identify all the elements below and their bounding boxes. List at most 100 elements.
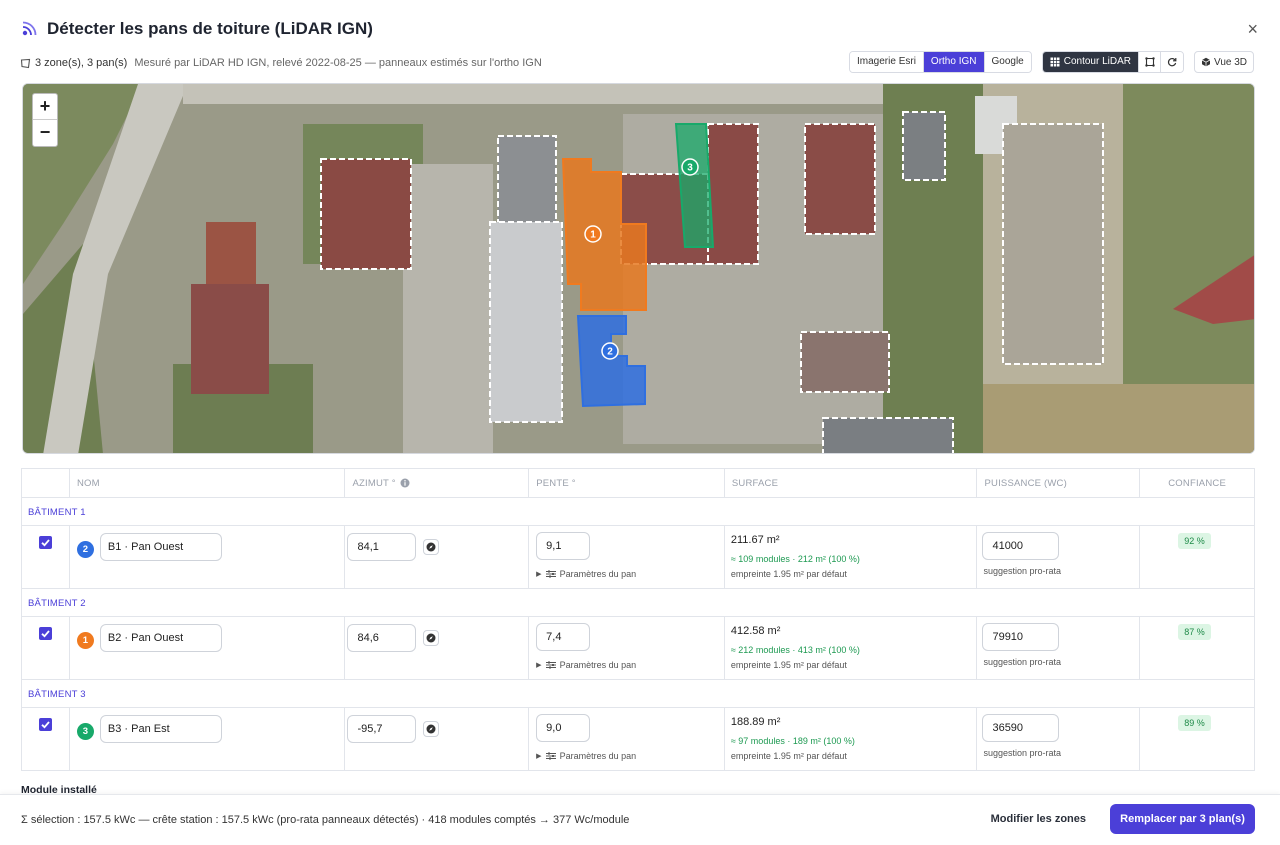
zoom-out-button[interactable]: − [33,120,57,146]
zones-count: 3 zone(s), 3 pan(s) [35,57,128,69]
check-icon [41,721,50,729]
contour-lidar-button[interactable]: Contour LiDAR [1042,52,1140,72]
surface-cell: 412.58 m² ≈ 212 modules · 413 m² (100 %)… [725,617,978,679]
check-icon [41,630,50,638]
compass-button[interactable] [423,630,440,646]
group-building-3: Bâtiment 3 [22,680,1254,708]
zone-1-marker-label: 1 [590,230,596,241]
modules-estimate: ≈ 97 modules · 189 m² (100 %) [730,736,855,746]
confidence-cell: 92 % [1140,526,1254,588]
plane-params-toggle[interactable]: ▶ Paramètres du pan [536,751,636,761]
azimut-input[interactable]: 84,1 [347,533,417,561]
replace-plans-button[interactable]: Remplacer par 3 plan(s) [1110,804,1255,834]
refresh-button[interactable] [1161,52,1184,72]
check-icon [41,539,50,547]
close-icon[interactable]: × [1247,20,1258,38]
col-name: Nom [70,469,346,497]
contour-tools: Contour LiDAR [1041,51,1185,73]
polygon-icon [20,58,31,68]
table-header: Nom Azimut ° Pente ° Surface Puissance (… [22,469,1254,498]
compass-icon [426,633,436,643]
name-cell: 3 B3 · Pan Est [70,708,346,770]
compass-icon [426,724,436,734]
caret-right-icon: ▶ [536,753,542,760]
imagery-esri-button[interactable]: Imagerie Esri [850,52,924,72]
modify-zones-button[interactable]: Modifier les zones [991,813,1086,825]
aerial-map[interactable]: 1 2 3 + − [22,83,1255,454]
azimut-cell: -95,7 [345,708,530,770]
pente-input[interactable]: 9,0 [536,714,591,742]
caret-right-icon: ▶ [536,571,542,578]
view-3d-button[interactable]: Vue 3D [1194,51,1254,73]
surface-cell: 211.67 m² ≈ 109 modules · 212 m² (100 %)… [725,526,978,588]
zoom-in-button[interactable]: + [33,94,57,120]
name-input[interactable]: B1 · Pan Ouest [99,533,222,561]
azimut-input[interactable]: -95,7 [347,715,417,743]
confidence-badge: 87 % [1178,624,1211,640]
building-roof [902,111,946,181]
pente-input[interactable]: 9,1 [536,532,591,560]
confidence-badge: 89 % [1178,715,1211,731]
power-cell: 36590 suggestion pro-rata [977,708,1141,770]
table-row: 2 B1 · Pan Ouest 84,1 9,1 ▶ Paramètres du… [22,526,1254,589]
compass-button[interactable] [423,721,440,737]
name-cell: 1 B2 · Pan Ouest [70,617,346,679]
imagery-ortho-ign-button[interactable]: Ortho IGN [923,52,985,72]
building-roof [320,158,412,270]
zone-1-marker[interactable]: 1 [584,225,602,243]
cube-icon [1201,57,1211,67]
group-building-2: Bâtiment 2 [22,589,1254,617]
zone-2-marker[interactable]: 2 [601,342,619,360]
pente-cell: 9,1 ▶ Paramètres du pan [529,526,725,588]
azimut-cell: 84,6 [345,617,530,679]
confidence-badge: 92 % [1178,533,1211,549]
azimut-input[interactable]: 84,6 [347,624,417,652]
contour-lidar-label: Contour LiDAR [1063,56,1132,67]
table-row: 3 B3 · Pan Est -95,7 9,0 ▶ Paramètres du … [22,708,1254,771]
zone-badge: 3 [76,723,94,740]
modules-estimate: ≈ 109 modules · 212 m² (100 %) [730,554,860,564]
info-icon[interactable] [400,478,410,488]
confidence-cell: 89 % [1140,708,1254,770]
row-checkbox[interactable] [39,627,52,640]
caret-right-icon: ▶ [536,662,542,669]
power-input[interactable]: 79910 [982,623,1060,651]
surface-value: 211.67 m² [730,534,780,546]
dialog-title: Détecter les pans de toiture (LiDAR IGN) [47,19,373,38]
row-checkbox[interactable] [39,718,52,731]
surface-value: 188.89 m² [730,716,781,728]
pente-input[interactable]: 7,4 [536,623,591,651]
dialog-header: Détecter les pans de toiture (LiDAR IGN)… [20,14,1260,44]
draw-zone-button[interactable] [1139,52,1162,72]
plane-params-label: Paramètres du pan [559,569,637,579]
surface-value: 412.58 m² [730,625,781,637]
name-input[interactable]: B2 · Pan Ouest [99,624,222,652]
map-canvas: 1 2 3 [23,84,1254,453]
name-input[interactable]: B3 · Pan Est [99,715,222,743]
imagery-google-button[interactable]: Google [984,52,1031,72]
grid-icon [1050,57,1060,67]
lidar-scan-icon [22,21,37,36]
pente-cell: 7,4 ▶ Paramètres du pan [529,617,725,679]
row-checkbox[interactable] [39,536,52,549]
name-cell: 2 B1 · Pan Ouest [70,526,346,588]
info-bar: 3 zone(s), 3 pan(s) Mesuré par LiDAR HD … [20,51,1254,74]
power-cell: 41000 suggestion pro-rata [977,526,1141,588]
footprint-note: empreinte 1.95 m² par défaut [730,751,847,761]
footprint-note: empreinte 1.95 m² par défaut [730,569,847,579]
zoom-control: + − [32,93,58,147]
power-input[interactable]: 36590 [982,714,1060,742]
compass-button[interactable] [423,539,440,555]
plane-params-toggle[interactable]: ▶ Paramètres du pan [536,569,636,579]
plane-params-label: Paramètres du pan [559,660,637,670]
col-power: Puissance (Wc) [977,469,1141,497]
dialog-footer: Σ sélection : 157.5 kWc — crête station … [0,794,1280,845]
zone-3-marker[interactable]: 3 [681,158,699,176]
selection-summary: Σ sélection : 157.5 kWc — crête station … [21,814,630,826]
imagery-switch: Imagerie Esri Ortho IGN Google [849,51,1032,73]
pente-cell: 9,0 ▶ Paramètres du pan [529,708,725,770]
select-cell [22,617,70,679]
power-input[interactable]: 41000 [982,532,1060,560]
plane-params-toggle[interactable]: ▶ Paramètres du pan [536,660,636,670]
view-3d-label: Vue 3D [1214,56,1247,68]
